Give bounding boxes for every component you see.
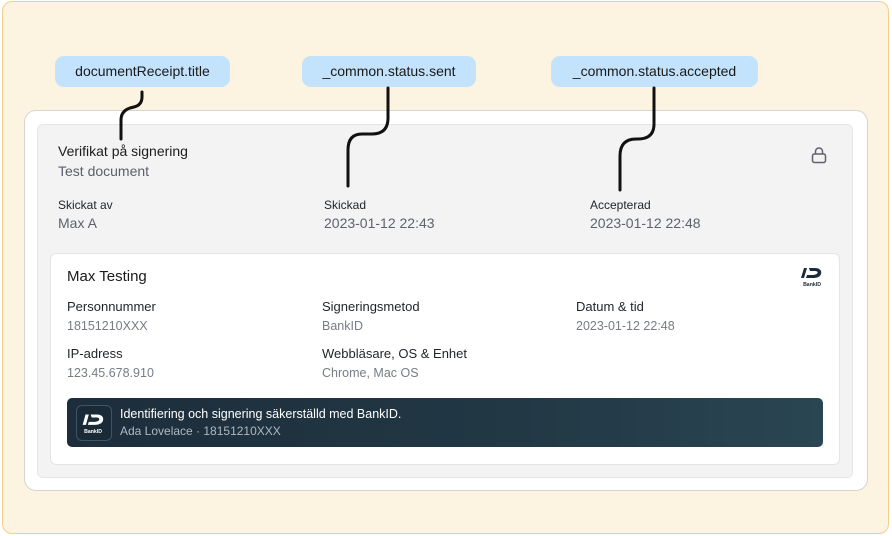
accepted-label: Accepterad	[590, 198, 651, 212]
sent-label: Skickad	[324, 198, 367, 212]
sent-date: 2023-01-12 22:43	[324, 215, 435, 231]
browser-os-value: Chrome, Mac OS	[322, 366, 419, 380]
banner-bankid-icon: BankID	[76, 405, 112, 441]
accepted-date: 2023-01-12 22:48	[590, 215, 701, 231]
browser-os-label: Webbläsare, OS & Enhet	[322, 346, 468, 361]
ip-address-label: IP-adress	[67, 346, 123, 361]
annotation-sent-key: _common.status.sent	[302, 56, 476, 87]
bankid-verification-banner	[67, 398, 823, 447]
banner-bankid-text: BankID	[84, 429, 102, 435]
signer-name: Max Testing	[67, 268, 147, 285]
document-name: Test document	[58, 163, 150, 179]
signing-method-value: BankID	[322, 319, 363, 333]
bankid-logo-icon: BankID	[801, 268, 822, 288]
personal-number-label: Personnummer	[67, 299, 156, 314]
banner-title: Identifiering och signering säkerställd …	[120, 407, 402, 421]
banner-signer-info: Ada Lovelace · 18151210XXX	[120, 424, 281, 438]
annotation-accepted-key: _common.status.accepted	[551, 56, 758, 87]
datetime-label: Datum & tid	[576, 299, 644, 314]
datetime-value: 2023-01-12 22:48	[576, 319, 675, 333]
sent-by-value: Max A	[58, 215, 97, 231]
lock-icon	[811, 147, 827, 164]
signing-method-label: Signeringsmetod	[322, 299, 420, 314]
ip-address-value: 123.45.678.910	[67, 366, 154, 380]
bankid-logo-text: BankID	[803, 282, 821, 288]
sent-by-label: Skickat av	[58, 198, 113, 212]
receipt-title: Verifikat på signering	[58, 143, 188, 159]
annotation-title-key: documentReceipt.title	[55, 56, 230, 87]
personal-number-value: 18151210XXX	[67, 319, 148, 333]
